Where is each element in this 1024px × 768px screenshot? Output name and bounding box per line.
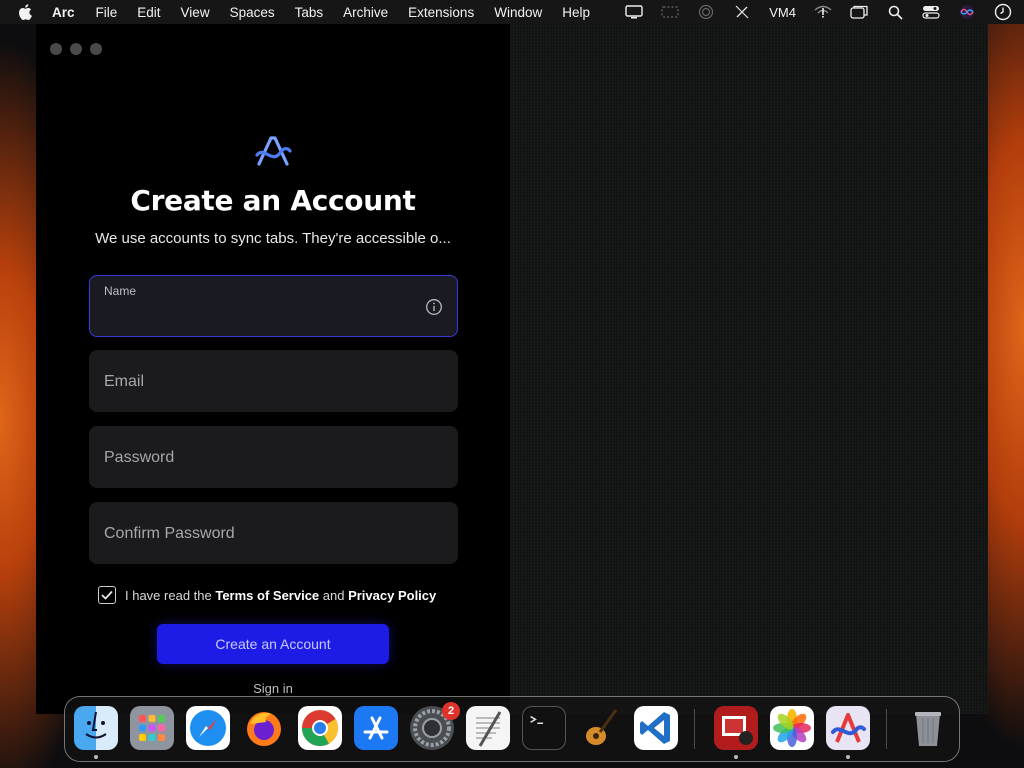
pencil-slash-icon[interactable] [733,4,751,20]
menu-tabs[interactable]: Tabs [295,5,324,20]
safari-icon[interactable] [186,706,230,750]
finder-running-dot [94,755,98,759]
create-account-button[interactable]: Create an Account [157,624,389,664]
menu-extensions[interactable]: Extensions [408,5,474,20]
confirm-password-field[interactable]: Confirm Password [89,502,458,564]
menu-window[interactable]: Window [494,5,542,20]
signup-pane: Create an Account We use accounts to syn… [36,24,510,714]
privacy-policy-link[interactable]: Privacy Policy [348,588,436,603]
airdrop-icon[interactable] [697,4,715,20]
dock-separator-2 [886,709,887,749]
page-title: Create an Account [130,184,416,217]
chrome-icon[interactable] [298,706,342,750]
decorative-pane [510,24,988,714]
firefox-icon[interactable] [242,706,286,750]
terms-row: I have read the Terms of Service and Pri… [98,586,436,604]
dock: 2 [64,696,960,762]
screen-mirroring-icon[interactable] [661,4,679,20]
terminal-icon[interactable] [522,706,566,750]
status-area: VM4 [625,0,1012,24]
textedit-icon[interactable] [466,706,510,750]
garageband-icon[interactable] [578,706,622,750]
arc-window: Create an Account We use accounts to syn… [36,24,988,714]
siri-icon[interactable] [958,4,976,20]
arc-dock-icon[interactable] [826,706,870,750]
name-field-label: Name [104,284,137,298]
sign-in-link[interactable]: Sign in [36,681,510,696]
zoom-window-button[interactable] [90,43,102,55]
search-icon[interactable] [886,4,904,20]
settings-badge: 2 [442,702,460,720]
menu-edit[interactable]: Edit [137,5,160,20]
name-field[interactable]: Name [89,275,458,337]
checkmark-icon [101,590,113,600]
menu-help[interactable]: Help [562,5,590,20]
window-controls [50,43,102,55]
wifi-warning-icon[interactable] [814,4,832,20]
menu-app-name[interactable]: Arc [52,5,75,20]
minimize-window-button[interactable] [70,43,82,55]
menu-spaces[interactable]: Spaces [230,5,275,20]
trash-icon[interactable] [906,706,950,750]
vm-status-text[interactable]: VM4 [769,5,796,20]
photo-booth-icon[interactable] [714,706,758,750]
terms-prefix: I have read the [125,587,216,603]
launchpad-icon[interactable] [130,706,174,750]
apple-menu-icon[interactable] [18,4,32,20]
terms-and: and [319,587,349,603]
dock-separator [694,709,695,749]
control-center-icon[interactable] [922,4,940,20]
photos-icon[interactable] [770,706,814,750]
confirm-password-placeholder: Confirm Password [104,525,235,542]
info-icon[interactable] [425,298,443,316]
password-field[interactable]: Password [89,426,458,488]
terms-of-service-link[interactable]: Terms of Service [215,588,319,603]
terms-checkbox[interactable] [98,586,116,604]
page-subtitle: We use accounts to sync tabs. They're ac… [95,230,451,247]
arc-logo-icon [255,136,292,166]
finder-icon[interactable] [74,706,118,750]
close-window-button[interactable] [50,43,62,55]
menu-archive[interactable]: Archive [343,5,388,20]
clock-icon[interactable] [994,3,1012,21]
menu-bar: Arc File Edit View Spaces Tabs Archive E… [0,0,1024,24]
window-switcher-icon[interactable] [850,4,868,20]
arc-running-dot [846,755,850,759]
email-placeholder: Email [104,373,145,390]
password-placeholder: Password [104,449,175,466]
vscode-icon[interactable] [634,706,678,750]
display-icon[interactable] [625,4,643,20]
email-field[interactable]: Email [89,350,458,412]
photo-booth-running-dot [734,755,738,759]
menu-file[interactable]: File [96,5,118,20]
app-store-icon[interactable] [354,706,398,750]
menu-view[interactable]: View [181,5,210,20]
